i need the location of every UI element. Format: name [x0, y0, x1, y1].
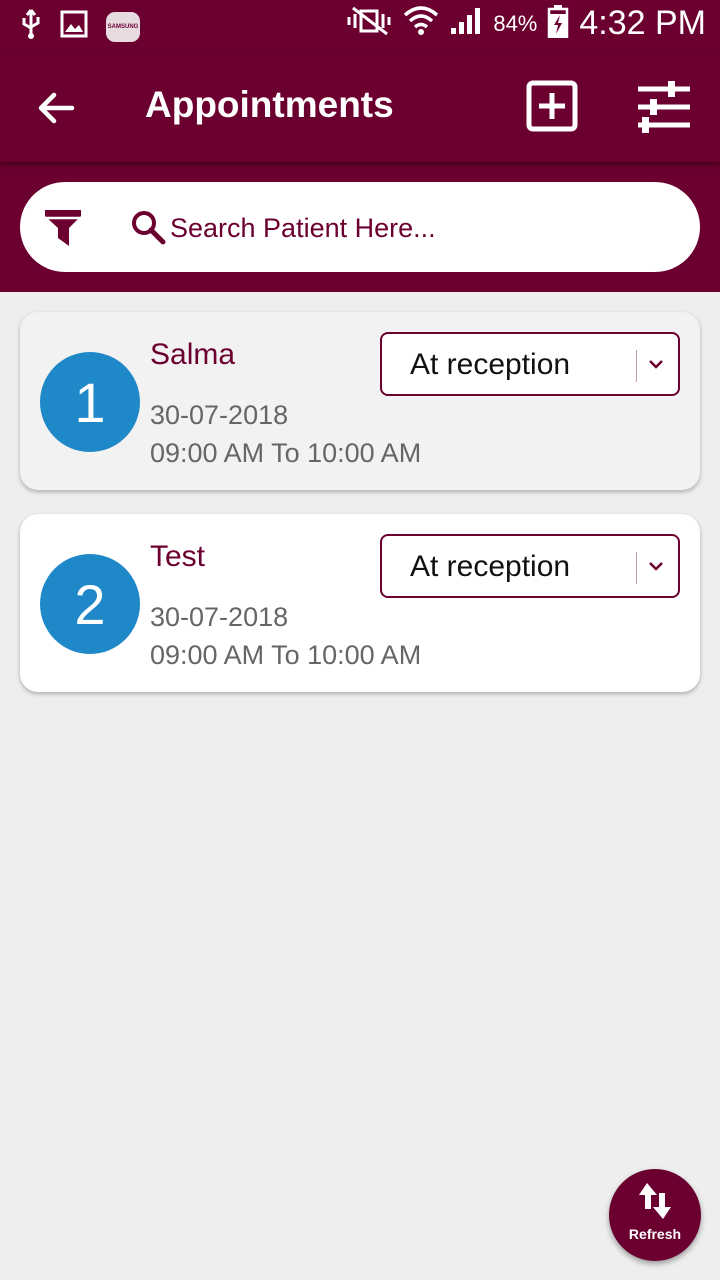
chevron-down-icon [649, 562, 663, 571]
patient-name: Test [150, 540, 206, 573]
status-dropdown[interactable]: At reception [380, 534, 680, 598]
appointment-date: 30-07-2018 [150, 602, 289, 632]
appointment-date: 30-07-2018 [150, 400, 289, 430]
signal-icon [449, 6, 483, 41]
refresh-label: Refresh [628, 1226, 682, 1242]
funnel-icon[interactable] [44, 208, 82, 248]
appointment-number-badge: 1 [40, 352, 140, 452]
page-title: Appointments [145, 84, 394, 125]
add-box-icon [526, 80, 578, 132]
status-bar: SAMSUNG 84% 4:32 PM [0, 0, 720, 52]
chevron-down-icon [649, 360, 663, 369]
refresh-arrows-icon [639, 1183, 671, 1219]
add-appointment-button[interactable] [526, 80, 578, 132]
status-dropdown[interactable]: At reception [380, 332, 680, 396]
app-bar: Appointments [0, 52, 720, 162]
status-value: At reception [410, 348, 571, 381]
samsung-icon: SAMSUNG [106, 11, 140, 42]
back-button[interactable] [34, 86, 78, 130]
appointment-time: 09:00 AM To 10:00 AM [150, 640, 422, 670]
appointment-time: 09:00 AM To 10:00 AM [150, 438, 422, 468]
battery-percent: 84% [493, 10, 538, 36]
search-input[interactable] [168, 204, 672, 252]
sliders-icon [638, 81, 690, 133]
search-bar-container [0, 162, 720, 292]
dropdown-divider [636, 552, 637, 584]
vibrate-mute-icon [345, 6, 393, 41]
wifi-icon [403, 5, 439, 42]
clock: 4:32 PM [579, 4, 706, 42]
back-arrow-icon [38, 92, 75, 124]
appointment-number-badge: 2 [40, 554, 140, 654]
image-icon [60, 10, 88, 43]
patient-name: Salma [150, 338, 236, 371]
usb-icon [20, 8, 42, 45]
appointment-card[interactable]: 2 Test 30-07-2018 09:00 AM To 10:00 AM A… [20, 514, 700, 692]
filter-settings-button[interactable] [636, 80, 692, 134]
search-icon [130, 209, 166, 245]
appointment-card[interactable]: 1 Salma 30-07-2018 09:00 AM To 10:00 AM … [20, 312, 700, 490]
battery-charging-icon [547, 4, 569, 43]
refresh-button[interactable]: Refresh [609, 1169, 701, 1261]
status-value: At reception [410, 550, 571, 583]
search-box [20, 182, 700, 272]
dropdown-divider [636, 350, 637, 382]
